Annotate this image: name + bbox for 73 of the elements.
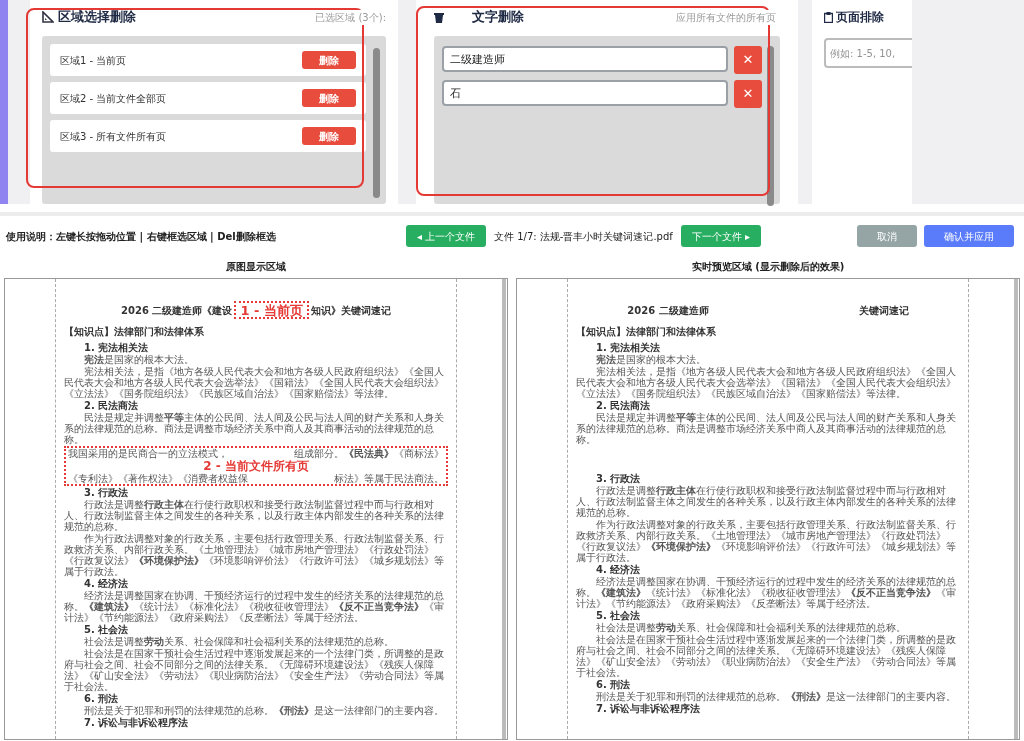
view-title: 原图显示区域	[225, 260, 287, 274]
page-range-field[interactable]: 例如: 1-5, 10,	[824, 38, 912, 68]
trash-icon	[434, 11, 444, 23]
clipboard-icon	[824, 11, 833, 23]
subheading: 5. 社会法	[595, 610, 642, 621]
panel-title: 页面排除	[836, 9, 884, 26]
subheading: 7. 诉讼与非诉讼程序法	[595, 703, 702, 714]
paragraph: 经济法是调整国家在协调、干预经济运行的过程中发生的经济关系的法律规范的总称。《建筑法》《统计法》《标准化法》《税收征收管理法》《反不正当竞争法》《审计法》《节约能源法》《政府采购法》《反垄断法》等属于经济法。	[64, 590, 445, 623]
region-tag: 2 - 当前文件所有页	[68, 459, 444, 473]
subheading: 5. 社会法	[83, 624, 130, 635]
ruler-icon	[42, 11, 54, 23]
text-line: 标法》等属于民法商法。	[334, 473, 444, 484]
remove-button[interactable]: ✕	[734, 80, 762, 108]
region-tag: 1 - 当前页	[240, 304, 303, 316]
paragraph: 作为行政法调整对象的行政关系，主要包括行政管理关系、行政法制监督关系、行政救济关系、内部行政关系。《土地管理法》《城市房地产管理法》《行政处罚法》《行政复议法》《环境保护法》《环境影响评价法》《行政许可法》《城乡规划法》等属于行政法。	[576, 519, 957, 563]
remove-button[interactable]: ✕	[734, 46, 762, 74]
term-field[interactable]: 石	[442, 80, 728, 106]
region-label: 区域2 - 当前文件全部页	[60, 91, 167, 106]
apply-button[interactable]: 确认并应用	[924, 225, 1014, 247]
file-name: 文件 1/7: 法规-晋丰小时关键词速记.pdf	[494, 229, 673, 244]
document-title: 2026 二级建造师《建设	[121, 304, 233, 316]
selection-count: 已选区域 (3个):	[313, 9, 386, 25]
paragraph: 行政法是调整行政主体在行使行政职权和接受行政法制监督过程中而与行政相对人、行政法制监督主体之间发生的各种关系，以及行政主体内部发生的各种关系的法律规范的总称。	[576, 485, 957, 518]
subheading: 6. 刑法	[83, 693, 120, 704]
paragraph: 行政法是调整行政主体在行使行政职权和接受行政法制监督过程中而与行政相对人、行政法制监督主体之间发生的各种关系，以及行政主体内部发生的各种关系的法律规范的总称。	[64, 499, 445, 532]
paragraph: 刑法是关于犯罪和刑罚的法律规范的总称。《刑法》是这一法律部门的主要内容。	[83, 705, 445, 716]
document-title: 知识》关键词速记	[310, 304, 391, 316]
paragraph: 社会法是调整劳动关系、社会保障和社会福利关系的法律规范的总称。	[83, 636, 395, 647]
paragraph: 刑法是关于犯罪和刑罚的法律规范的总称。《刑法》是这一法律部门的主要内容。	[595, 691, 957, 702]
view-title: 实时预览区域 (显示删除后的效果)	[690, 260, 846, 274]
paragraph: 宪法是国家的根本大法。	[595, 354, 707, 365]
section-heading: 【知识点】法律部门和法律体系	[64, 326, 205, 337]
paragraph: 宪法相关法，是指《地方各级人民代表大会和地方各级人民政府组织法》《全国人民代表大会和地方各级人民代表大会选举法》《国籍法》《全国人民代表大会组织法》《立法法》《国务院组织法》《民族区域自治法》《国家赔偿法》等法律。	[576, 366, 957, 399]
region-label: 区域1 - 当前页	[60, 53, 127, 68]
panel-title: 文字删除	[472, 8, 524, 27]
subheading: 3. 行政法	[83, 487, 130, 498]
document-title: 关键词速记	[858, 304, 909, 316]
paragraph: 宪法是国家的根本大法。	[83, 354, 195, 365]
subheading: 6. 刑法	[595, 679, 632, 690]
subheading: 4. 经济法	[83, 578, 130, 589]
term-field[interactable]: 二级建造师	[442, 46, 728, 72]
usage-instructions: 使用说明：左键长按拖动位置 | 右键框选区域 | Del删除框选	[6, 229, 277, 244]
paragraph: 作为行政法调整对象的行政关系，主要包括行政管理关系、行政法制监督关系、行政救济关系、内部行政关系。《土地管理法》《城市房地产管理法》《行政处罚法》《行政复议法》《环境保护法》《环境影响评价法》《行政许可法》《城乡规划法》等属于行政法。	[64, 533, 445, 577]
subheading: 3. 行政法	[595, 473, 642, 484]
paragraph: 社会法是在国家干预社会生活过程中逐渐发展起来的一个法律门类，所调整的是政府与社会之间、社会不同部分之间的法律关系。《无障碍环境建设法》《残疾人保障法》《矿山安全法》《劳动法》《职业病防治法》《安全生产法》《劳动合同法》等属于社会法。	[576, 634, 957, 678]
previous-file-button[interactable]: ◂ 上一个文件	[406, 225, 486, 247]
next-file-button[interactable]: 下一个文件 ▸	[680, 225, 761, 247]
subheading: 2. 民法商法	[595, 400, 652, 411]
paragraph: 社会法是调整劳动关系、社会保障和社会福利关系的法律规范的总称。	[595, 622, 907, 633]
subheading: 7. 诉讼与非诉讼程序法	[83, 717, 190, 728]
subheading: 1. 宪法相关法	[595, 342, 662, 353]
region-item[interactable]: 区域3 - 所有文件所有页 删除	[50, 120, 366, 152]
paragraph: 宪法相关法，是指《地方各级人民代表大会和地方各级人民政府组织法》《全国人民代表大会和地方各级人民代表大会选举法》《国籍法》《全国人民代表大会组织法》《立法法》《国务院组织法》《民族区域自治法》《国家赔偿法》等法律。	[64, 366, 445, 399]
text-line: 组成部分。《民法典》《商标法》	[294, 448, 444, 459]
region-label: 区域3 - 所有文件所有页	[60, 129, 167, 144]
paragraph: 经济法是调整国家在协调、干预经济运行的过程中发生的经济关系的法律规范的总称。《建筑法》《统计法》《标准化法》《税收征收管理法》《反不正当竞争法》《审计法》《节约能源法》《政府采购法》《反垄断法》等属于经济法。	[576, 576, 957, 609]
subheading: 4. 经济法	[595, 564, 642, 575]
delete-button[interactable]: 删除	[302, 89, 356, 107]
text-line: 我国采用的是民商合一的立法模式，	[68, 448, 228, 459]
subheading: 2. 民法商法	[83, 400, 140, 411]
panel-title: 区域选择删除	[58, 8, 136, 27]
section-heading: 【知识点】法律部门和法律体系	[576, 326, 717, 337]
delete-button[interactable]: 删除	[302, 51, 356, 69]
region-item[interactable]: 区域1 - 当前页 删除	[50, 44, 366, 76]
paragraph: 民法是规定并调整平等主体的公民间、法人间及公民与法人间的财产关系和人身关系的法律规范的总称。商法是调整市场经济关系中商人及其商事活动的法律规范的总称。	[576, 412, 957, 445]
region-item[interactable]: 区域2 - 当前文件全部页 删除	[50, 82, 366, 114]
document-title: 2026 二级建造师	[627, 304, 709, 316]
delete-button[interactable]: 删除	[302, 127, 356, 145]
cancel-button[interactable]: 取消	[857, 225, 917, 247]
subheading: 1. 宪法相关法	[83, 342, 150, 353]
paragraph: 社会法是在国家干预社会生活过程中逐渐发展起来的一个法律门类，所调整的是政府与社会之间、社会不同部分之间的法律关系。《无障碍环境建设法》《残疾人保障法》《矿山安全法》《劳动法》《职业病防治法》《安全生产法》《劳动合同法》等属于社会法。	[64, 648, 445, 692]
paragraph: 民法是规定并调整平等主体的公民间、法人间及公民与法人间的财产关系和人身关系的法律规范的总称。商法是调整市场经济关系中商人及其商事活动的法律规范的总称。	[64, 412, 445, 445]
text-line: 《专利法》《著作权法》《消费者权益保	[68, 473, 248, 484]
